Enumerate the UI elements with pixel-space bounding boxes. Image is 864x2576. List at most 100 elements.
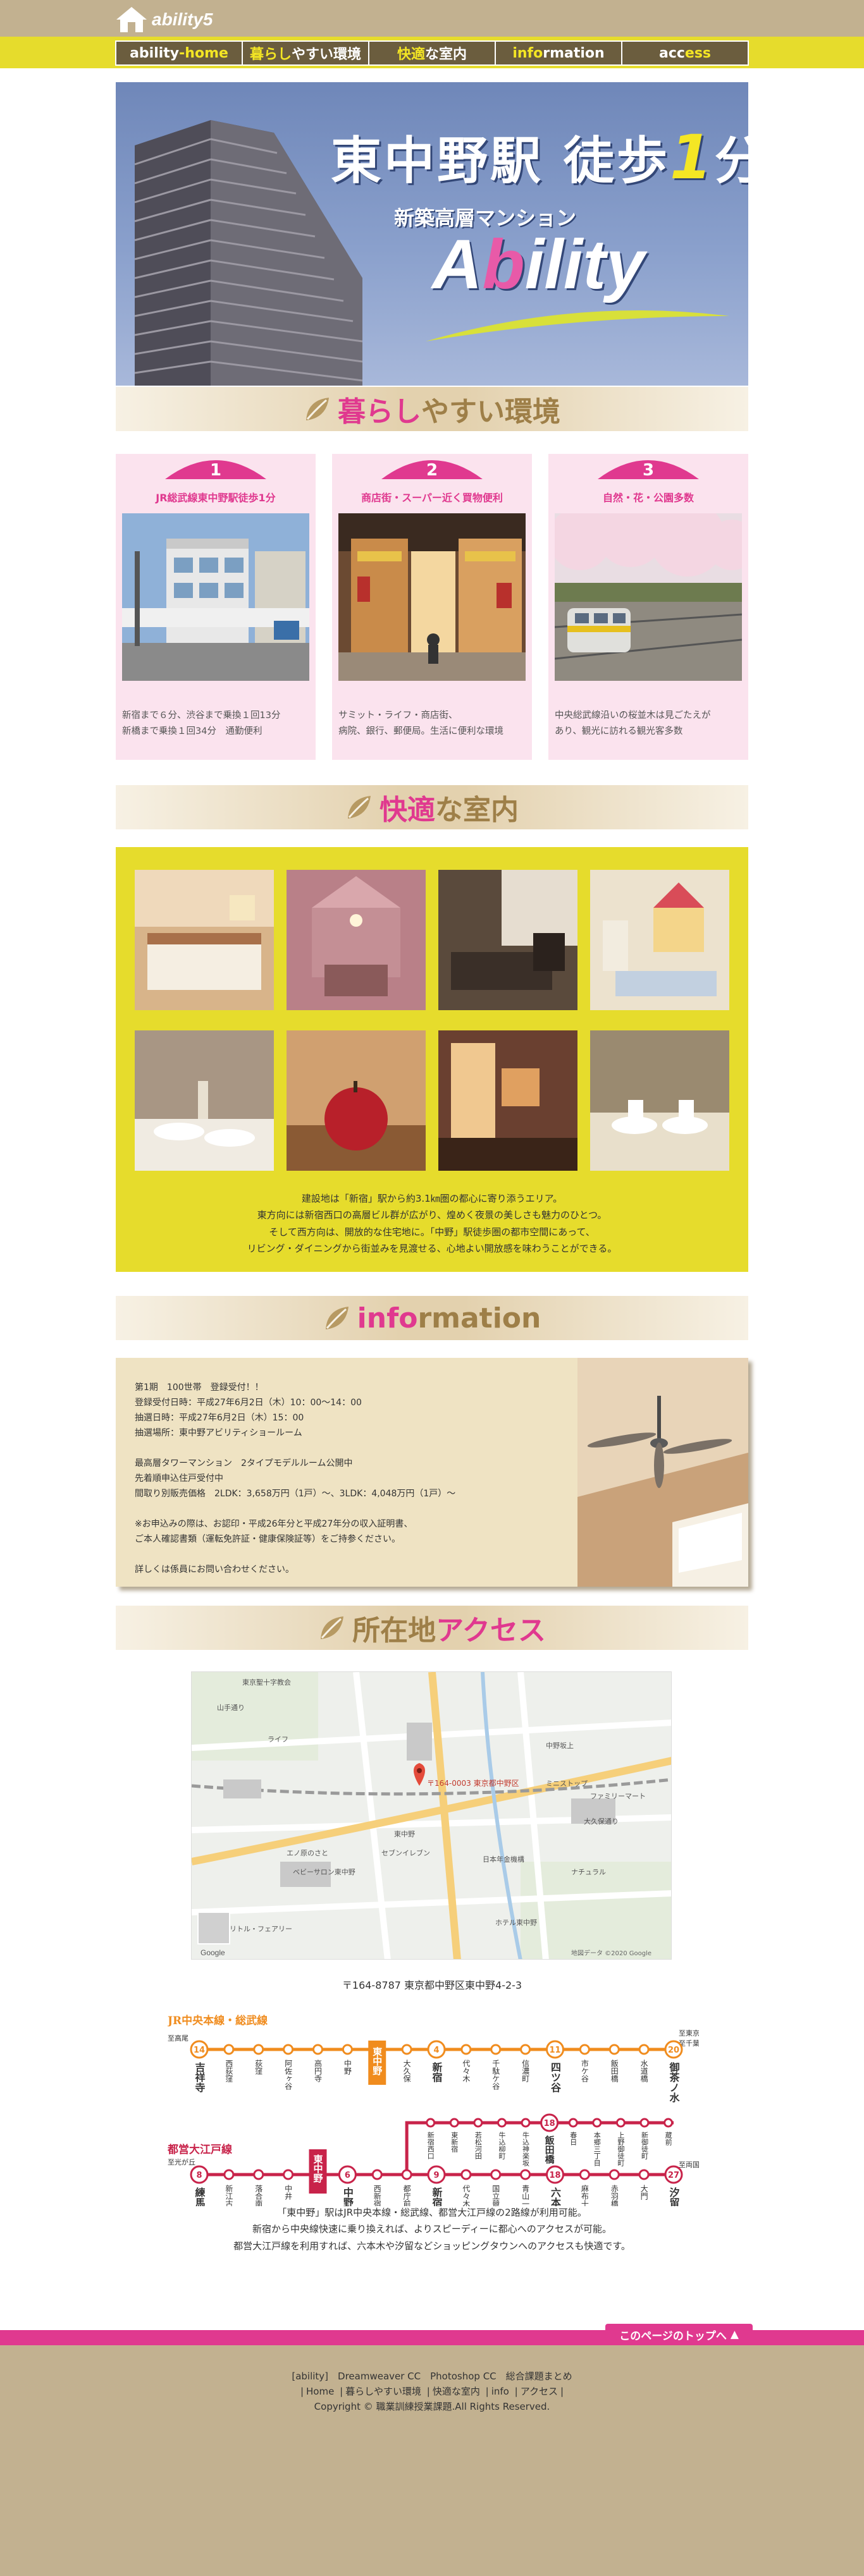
- station-marker: [568, 2118, 578, 2128]
- station-number: 9: [433, 2171, 439, 2180]
- station-label: 高円寺: [314, 2059, 323, 2082]
- station-number: 4: [433, 2046, 439, 2055]
- station-number: 18: [549, 2171, 560, 2180]
- station-label: 本郷三丁目: [593, 2131, 601, 2166]
- station-label: 西新宿五丁目: [373, 2185, 381, 2206]
- site-footer: [ability] Dreamweaver CC Photoshop CC 総合…: [0, 2345, 864, 2576]
- station-marker: [283, 2169, 294, 2180]
- svg-text:東京聖十字教会: 東京聖十字教会: [242, 1678, 291, 1687]
- hero-banner: 東中野駅 徒歩1分 新築高層マンション Ability: [116, 82, 748, 386]
- footer-link-interior[interactable]: 快適な室内: [433, 2386, 480, 2397]
- nav-access[interactable]: acc ess: [622, 42, 748, 64]
- svg-text:ベビーサロン東中野: ベビーサロン東中野: [293, 1868, 355, 1876]
- station-label: 四ツ谷: [549, 2062, 561, 2093]
- nav-home[interactable]: ability -home: [116, 42, 243, 64]
- cherry-blossom-train-photo: [555, 513, 742, 681]
- station-label: 落合南長崎: [254, 2185, 263, 2206]
- station-label: 都庁前: [402, 2185, 411, 2206]
- svg-text:至東京: 至東京: [679, 2029, 699, 2037]
- site-logo[interactable]: ability5: [115, 5, 254, 34]
- station-marker: [283, 2044, 294, 2055]
- feature-card: 3 自然・花・公園多数 中央総武線沿いの桜並木は見ごたえが あり、観光に訪れる観…: [548, 454, 748, 760]
- station-label: 荻窪: [254, 2060, 263, 2075]
- svg-text:リトル・フェアリー: リトル・フェアリー: [230, 1925, 292, 1933]
- number-badge: 1: [165, 460, 266, 479]
- station-marker: [253, 2169, 264, 2180]
- leaf-icon: [321, 1616, 344, 1639]
- section-header-information: info rmation: [116, 1296, 748, 1340]
- station-marker: [460, 2044, 472, 2055]
- station-number: 18: [544, 2119, 555, 2128]
- station-label: 若松河田: [474, 2132, 482, 2159]
- footer-nav: | Home | 暮らしやすい環境 | 快適な室内 | info | アクセス |: [300, 2386, 564, 2397]
- station-label: 蔵前: [664, 2132, 672, 2146]
- station-label: 牛込柳町: [498, 2131, 506, 2159]
- station-label-home: 東中野: [371, 2046, 383, 2076]
- svg-text:〒164-0003 東京都中野区: 〒164-0003 東京都中野区: [427, 1778, 519, 1788]
- back-to-top-link[interactable]: このページのトップへ ▲: [605, 2324, 753, 2345]
- oedo-loop-line: [405, 2121, 674, 2175]
- station-marker: [520, 2044, 531, 2055]
- nav-living[interactable]: 暮らし やすい環境: [243, 42, 369, 64]
- station-label: 西荻窪: [225, 2060, 233, 2083]
- station-marker: [521, 2118, 531, 2128]
- feature-title: 商店街・スーパー近く買物便利: [361, 492, 503, 504]
- station-label-home: 東中野: [312, 2154, 324, 2183]
- station-label: 水道橋: [639, 2060, 648, 2083]
- station-label: 吉祥寺: [194, 2061, 206, 2093]
- station-label: 御茶ノ水: [668, 2061, 681, 2103]
- access-map[interactable]: 〒164-0003 東京都中野区 東京聖十字教会 東中野 中野坂上 大久保通り …: [191, 1671, 672, 1960]
- station-marker: [490, 2169, 502, 2180]
- station-marker: [449, 2118, 459, 2128]
- main-nav: ability -home 暮らし やすい環境 快適 な室内 info rmation …: [115, 40, 749, 66]
- station-marker: [579, 2044, 590, 2055]
- station-marker: [608, 2044, 620, 2055]
- svg-text:ミニストップ: ミニストップ: [546, 1779, 588, 1788]
- hero-brand: Ability: [432, 226, 645, 303]
- nav-bar: ability -home 暮らし やすい環境 快適 な室内 info rmation …: [0, 37, 864, 68]
- access-description: 「東中野」駅はJR中央本線・総武線、都営大江戸線の2路線が利用可能。 新宿から中…: [233, 2207, 631, 2252]
- station-label: 上野御徒町: [617, 2132, 625, 2166]
- kids-room-photo: [590, 870, 729, 1010]
- station-marker: [473, 2118, 483, 2128]
- shopping-street-photo: [338, 513, 526, 681]
- station-number: 14: [194, 2046, 205, 2055]
- footer-link-home[interactable]: Home: [306, 2386, 334, 2397]
- svg-text:地図データ ©2020 Google: 地図データ ©2020 Google: [571, 1949, 651, 1957]
- section-header-interior: 快適 な室内: [116, 785, 748, 829]
- station-marker: [223, 2169, 235, 2180]
- address-text: 〒164-8787 東京都中野区東中野4-2-3: [342, 1979, 522, 1991]
- interior-description: 建設地は「新宿」駅から約3.1㎞圏の都心に寄り添うエリア。 東方向には新宿西口の…: [247, 1193, 617, 1254]
- svg-text:ナチュラル: ナチュラル: [571, 1868, 606, 1876]
- station-label: 六本木: [549, 2187, 562, 2206]
- station-label: 牛込神楽坂: [522, 2131, 530, 2167]
- station-photo: [122, 513, 309, 681]
- svg-text:ホテル東中野: ホテル東中野: [495, 1919, 537, 1927]
- station-label: 代々木: [462, 2185, 471, 2206]
- station-marker: [401, 2169, 412, 2180]
- footer-link-info[interactable]: info: [491, 2386, 509, 2397]
- nav-information[interactable]: info rmation: [496, 42, 622, 64]
- station-label: 練馬: [194, 2187, 206, 2206]
- station-number: 11: [549, 2046, 560, 2055]
- railway-route-map: JR中央本線・総武線 都営大江戸線 至東京 至千葉 至高尾 至光が丘 至両国 1…: [168, 2014, 699, 2206]
- footer-link-access[interactable]: アクセス: [521, 2386, 558, 2397]
- svg-text:山手通り: 山手通り: [217, 1703, 245, 1712]
- feature-title: 自然・花・公園多数: [602, 492, 694, 504]
- station-label: 千駄ケ谷: [491, 2060, 500, 2091]
- feature-card: 2 商店街・スーパー近く買物便利 サミット・ライフ・商店街、 病院、銀行、郵便局…: [332, 454, 532, 760]
- footer-link-living[interactable]: 暮らしやすい環境: [345, 2386, 421, 2397]
- svg-text:ファミリーマート: ファミリーマート: [590, 1792, 646, 1800]
- station-marker: [490, 2044, 502, 2055]
- station-label: 飯田橋: [610, 2059, 619, 2083]
- station-label: 国立競技場: [491, 2185, 500, 2206]
- station-label: 中野: [343, 2059, 352, 2075]
- station-marker: [223, 2044, 235, 2055]
- feature-title: JR総武線東中野駅徒歩1分: [156, 492, 276, 504]
- station-marker: [639, 2118, 650, 2128]
- station-number: 20: [668, 2046, 679, 2055]
- station-marker: [608, 2169, 620, 2180]
- nav-interior[interactable]: 快適 な室内: [369, 42, 496, 64]
- svg-text:3: 3: [643, 461, 654, 479]
- station-label: 麻布十番: [580, 2184, 589, 2206]
